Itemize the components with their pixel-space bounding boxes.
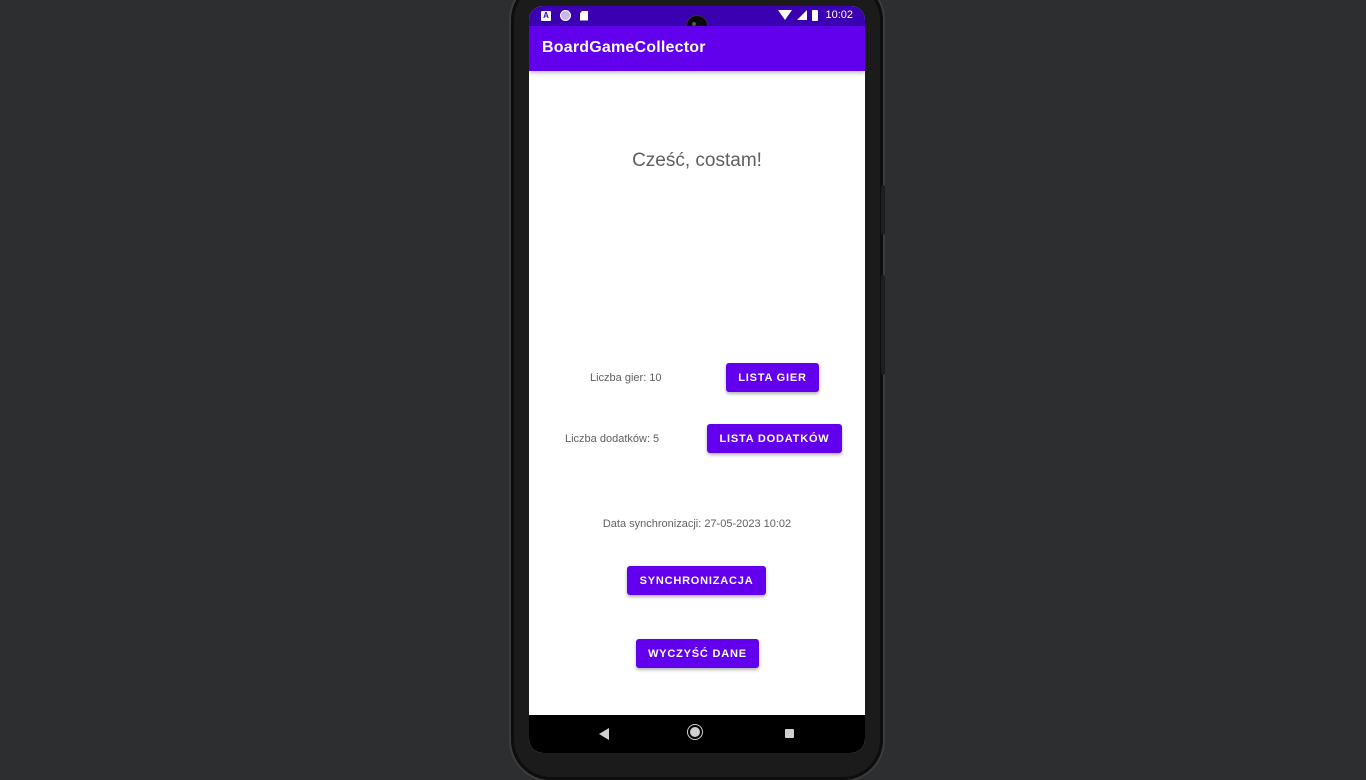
phone-screen: A 10:02 BoardGameCollector Cześć, costam… [529, 6, 865, 753]
clear-data-button[interactable]: WYCZYŚĆ DANE [636, 639, 759, 668]
navigation-bar [529, 715, 865, 753]
addons-count-label: Liczba dodatków: 5 [565, 433, 660, 445]
games-count-label: Liczba gier: 10 [590, 372, 662, 384]
back-icon[interactable] [599, 728, 609, 740]
status-bar-notifications: A [541, 10, 588, 21]
app-title: BoardGameCollector [542, 39, 706, 56]
sd-card-icon [580, 10, 588, 21]
volume-button [881, 185, 885, 235]
a-icon: A [541, 10, 551, 21]
games-list-button[interactable]: LISTA GIER [726, 363, 819, 392]
battery-icon [812, 9, 819, 21]
sync-button[interactable]: SYNCHRONIZACJA [627, 566, 766, 595]
recents-icon[interactable] [785, 729, 794, 738]
status-time: 10:02 [825, 9, 853, 21]
app-bar: BoardGameCollector [529, 26, 865, 71]
sync-date-label: Data synchronizacji: 27-05-2023 10:02 [602, 518, 792, 530]
home-icon[interactable] [690, 727, 700, 737]
addons-list-button[interactable]: LISTA DODATKÓW [707, 424, 842, 453]
wifi-icon [778, 10, 793, 20]
signal-icon [797, 10, 808, 20]
greeting-text: Cześć, costam! [632, 150, 762, 171]
status-bar-system: 10:02 [778, 9, 853, 21]
circle-icon [560, 10, 571, 21]
power-button [881, 275, 885, 375]
